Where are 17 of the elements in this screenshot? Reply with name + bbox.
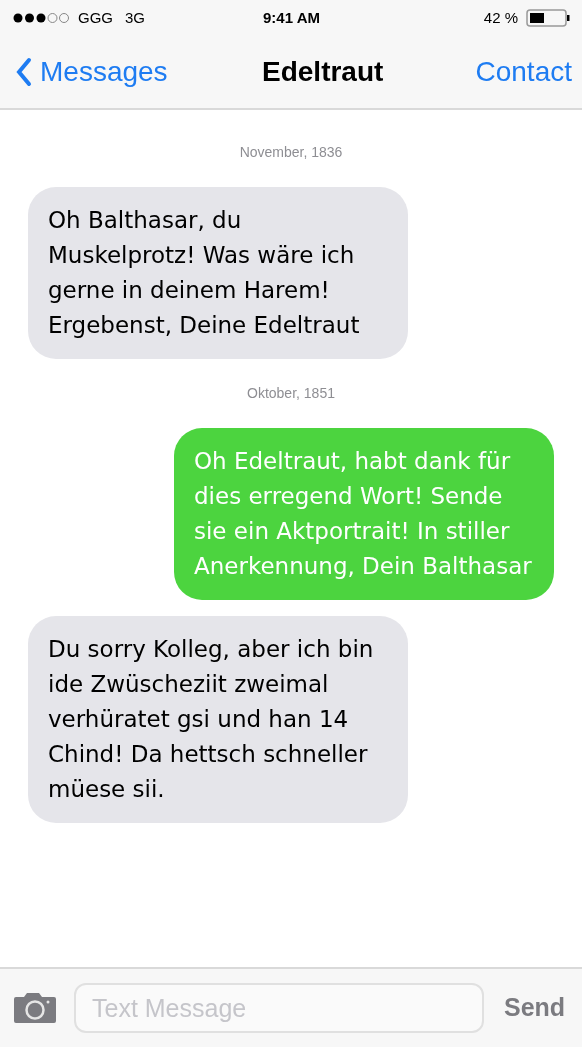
outgoing-message-bubble: Oh Edeltraut, habt dank für dies erregend Wort! Sende sie ein Aktportrait! In stiller Anerkennung, Dein Balthasar <box>174 428 554 600</box>
contact-button[interactable]: Contact <box>475 51 572 93</box>
conversation-title: Edeltraut <box>262 55 384 89</box>
date-label: November, 1836 <box>239 143 343 162</box>
incoming-message-bubble: Oh Balthasar, du Muskelprotz! Was wäre ich gerne in deinem Harem! Ergebenst, Deine Edeltraut <box>28 187 408 359</box>
back-button[interactable]: Messages <box>16 51 168 93</box>
battery-icon <box>526 9 570 27</box>
battery-percentage: 42 % <box>483 7 518 28</box>
date-label: Oktober, 1851 <box>247 384 335 403</box>
chevron-left-icon <box>16 57 32 87</box>
signal-strength-icon <box>12 12 70 24</box>
incoming-message-bubble: Du sorry Kolleg, aber ich bin ide Zwüscheziit zweimal verhüratet gsi und han 14 Chind! Da hettsch schneller müese sii. <box>28 616 408 823</box>
send-button[interactable]: Send <box>504 989 566 1027</box>
network-type: 3G <box>125 7 146 28</box>
carrier-name: GGG <box>78 7 113 28</box>
camera-icon[interactable] <box>12 991 58 1025</box>
clock-time: 9:41 AM <box>263 7 320 28</box>
